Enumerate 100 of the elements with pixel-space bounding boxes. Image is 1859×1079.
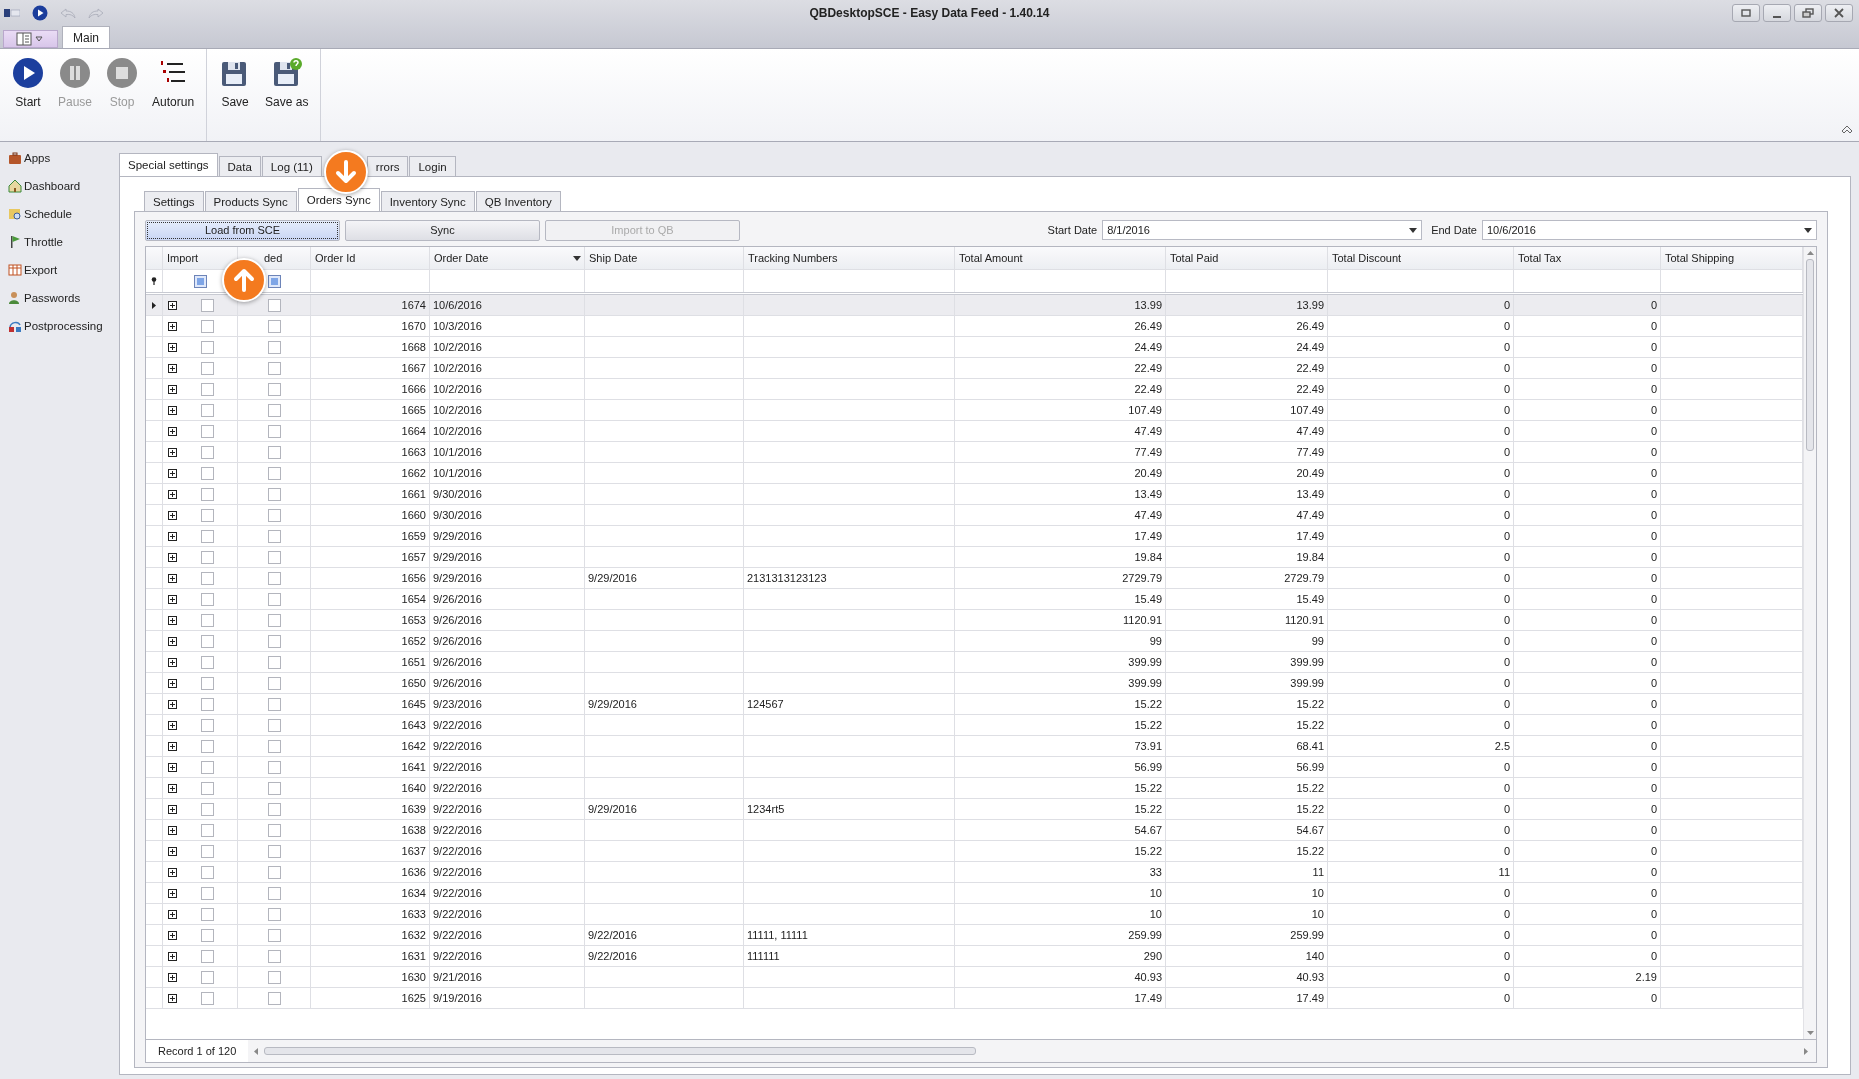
table-row[interactable]: 1665 10/2/2016 107.49 107.49 0 0 bbox=[146, 400, 1803, 421]
loaded-checkbox[interactable] bbox=[267, 865, 281, 879]
column-header[interactable]: Order Date bbox=[434, 252, 489, 264]
tab[interactable]: Settings bbox=[144, 191, 204, 211]
sidebar-item[interactable]: Dashboard bbox=[0, 176, 107, 195]
redo-icon[interactable] bbox=[88, 7, 104, 19]
table-row[interactable]: 1652 9/26/2016 99 99 0 0 bbox=[146, 631, 1803, 652]
expand-icon[interactable] bbox=[168, 300, 177, 310]
loaded-checkbox[interactable] bbox=[267, 970, 281, 984]
expand-icon[interactable] bbox=[168, 804, 177, 814]
import-checkbox[interactable] bbox=[201, 928, 214, 942]
loaded-checkbox[interactable] bbox=[267, 949, 281, 963]
import-checkbox[interactable] bbox=[201, 781, 214, 795]
import-checkbox[interactable] bbox=[201, 634, 214, 648]
loaded-checkbox[interactable] bbox=[267, 382, 281, 396]
import-checkbox[interactable] bbox=[201, 697, 214, 711]
sort-arrow-icon[interactable] bbox=[573, 255, 581, 261]
column-header[interactable]: Tracking Numbers bbox=[748, 252, 838, 264]
expand-icon[interactable] bbox=[168, 405, 177, 415]
expand-icon[interactable] bbox=[168, 888, 177, 898]
table-row[interactable]: 1661 9/30/2016 13.49 13.49 0 0 bbox=[146, 484, 1803, 505]
expand-icon[interactable] bbox=[168, 447, 177, 457]
table-row[interactable]: 1641 9/22/2016 56.99 56.99 0 0 bbox=[146, 757, 1803, 778]
import-checkbox[interactable] bbox=[201, 445, 214, 459]
expand-icon[interactable] bbox=[168, 678, 177, 688]
import-checkbox[interactable] bbox=[201, 718, 214, 732]
tab[interactable]: Data bbox=[218, 156, 261, 176]
table-row[interactable]: 1651 9/26/2016 399.99 399.99 0 0 bbox=[146, 652, 1803, 673]
import-checkbox[interactable] bbox=[201, 571, 214, 585]
import-checkbox[interactable] bbox=[201, 319, 214, 333]
table-row[interactable]: 1660 9/30/2016 47.49 47.49 0 0 bbox=[146, 505, 1803, 526]
fullscreen-button[interactable] bbox=[1732, 4, 1760, 22]
column-header[interactable]: Total Paid bbox=[1170, 252, 1219, 264]
tab[interactable]: Log (11) bbox=[261, 156, 322, 176]
expand-icon[interactable] bbox=[168, 552, 177, 562]
table-row[interactable]: 1667 10/2/2016 22.49 22.49 0 0 bbox=[146, 358, 1803, 379]
table-row[interactable]: 1634 9/22/2016 10 10 0 0 bbox=[146, 883, 1803, 904]
loaded-checkbox[interactable] bbox=[267, 676, 281, 690]
column-header[interactable]: Total Amount bbox=[959, 252, 1023, 264]
sidebar-item[interactable]: Postprocessing bbox=[0, 316, 107, 335]
column-header[interactable]: ded bbox=[264, 252, 283, 264]
import-checkbox[interactable] bbox=[201, 760, 214, 774]
import-checkbox[interactable] bbox=[201, 487, 214, 501]
dropdown-arrow-icon[interactable] bbox=[1409, 227, 1418, 233]
table-row[interactable]: 1632 9/22/2016 9/22/2016 11111, 11111 259.99 259.99 0 0 bbox=[146, 925, 1803, 946]
loaded-checkbox[interactable] bbox=[267, 655, 281, 669]
expand-icon[interactable] bbox=[168, 531, 177, 541]
expand-icon[interactable] bbox=[168, 384, 177, 394]
select-all-checkbox[interactable] bbox=[267, 274, 281, 288]
import-checkbox[interactable] bbox=[201, 844, 214, 858]
sidebar-item[interactable]: Passwords bbox=[0, 288, 107, 307]
column-header[interactable]: Total Discount bbox=[1332, 252, 1402, 264]
save-as-button[interactable]: Save as bbox=[259, 53, 315, 113]
expand-icon[interactable] bbox=[168, 972, 177, 982]
table-row[interactable]: 1662 10/1/2016 20.49 20.49 0 0 bbox=[146, 463, 1803, 484]
expand-icon[interactable] bbox=[168, 636, 177, 646]
table-row[interactable]: 1653 9/26/2016 1120.91 1120.91 0 0 bbox=[146, 610, 1803, 631]
table-row[interactable]: 1654 9/26/2016 15.49 15.49 0 0 bbox=[146, 589, 1803, 610]
expand-icon[interactable] bbox=[168, 993, 177, 1003]
table-row[interactable]: 1625 9/19/2016 17.49 17.49 0 0 bbox=[146, 988, 1803, 1009]
import-checkbox[interactable] bbox=[201, 508, 214, 522]
scroll-down-icon[interactable] bbox=[1806, 1031, 1814, 1035]
undo-icon[interactable] bbox=[60, 7, 76, 19]
tab[interactable]: Inventory Sync bbox=[380, 191, 475, 211]
close-button[interactable] bbox=[1825, 4, 1853, 22]
scroll-right-icon[interactable] bbox=[1804, 1047, 1808, 1055]
expand-icon[interactable] bbox=[168, 657, 177, 667]
import-checkbox[interactable] bbox=[201, 865, 214, 879]
tab[interactable]: Special settings bbox=[119, 153, 218, 176]
autorun-button[interactable]: Autorun bbox=[146, 53, 201, 113]
table-row[interactable]: 1637 9/22/2016 15.22 15.22 0 0 bbox=[146, 841, 1803, 862]
expand-icon[interactable] bbox=[168, 489, 177, 499]
import-checkbox[interactable] bbox=[201, 424, 214, 438]
scroll-up-icon[interactable] bbox=[1806, 251, 1814, 255]
table-row[interactable]: 1650 9/26/2016 399.99 399.99 0 0 bbox=[146, 673, 1803, 694]
import-checkbox[interactable] bbox=[201, 592, 214, 606]
table-row[interactable]: 1657 9/29/2016 19.84 19.84 0 0 bbox=[146, 547, 1803, 568]
loaded-checkbox[interactable] bbox=[267, 361, 281, 375]
dropdown-arrow-icon[interactable] bbox=[1804, 227, 1812, 233]
table-row[interactable]: 1666 10/2/2016 22.49 22.49 0 0 bbox=[146, 379, 1803, 400]
end-date-field[interactable]: 10/6/2016 bbox=[1482, 220, 1817, 240]
column-header[interactable]: Ship Date bbox=[589, 252, 638, 264]
expand-icon[interactable] bbox=[168, 573, 177, 583]
loaded-checkbox[interactable] bbox=[267, 823, 281, 837]
expand-icon[interactable] bbox=[168, 426, 177, 436]
sidebar-item[interactable]: Export bbox=[0, 260, 107, 279]
import-checkbox[interactable] bbox=[201, 550, 214, 564]
table-row[interactable]: 1642 9/22/2016 73.91 68.41 2.5 0 bbox=[146, 736, 1803, 757]
import-checkbox[interactable] bbox=[201, 403, 214, 417]
expand-icon[interactable] bbox=[168, 321, 177, 331]
import-checkbox[interactable] bbox=[201, 970, 214, 984]
tab[interactable]: Login bbox=[409, 156, 456, 176]
scroll-left-icon[interactable] bbox=[254, 1047, 259, 1055]
import-checkbox[interactable] bbox=[201, 802, 214, 816]
expand-icon[interactable] bbox=[168, 825, 177, 835]
sidebar-item[interactable]: Throttle bbox=[0, 232, 107, 251]
column-header[interactable]: Import bbox=[167, 252, 199, 264]
loaded-checkbox[interactable] bbox=[267, 634, 281, 648]
restore-button[interactable] bbox=[1794, 4, 1822, 22]
loaded-checkbox[interactable] bbox=[267, 298, 281, 312]
